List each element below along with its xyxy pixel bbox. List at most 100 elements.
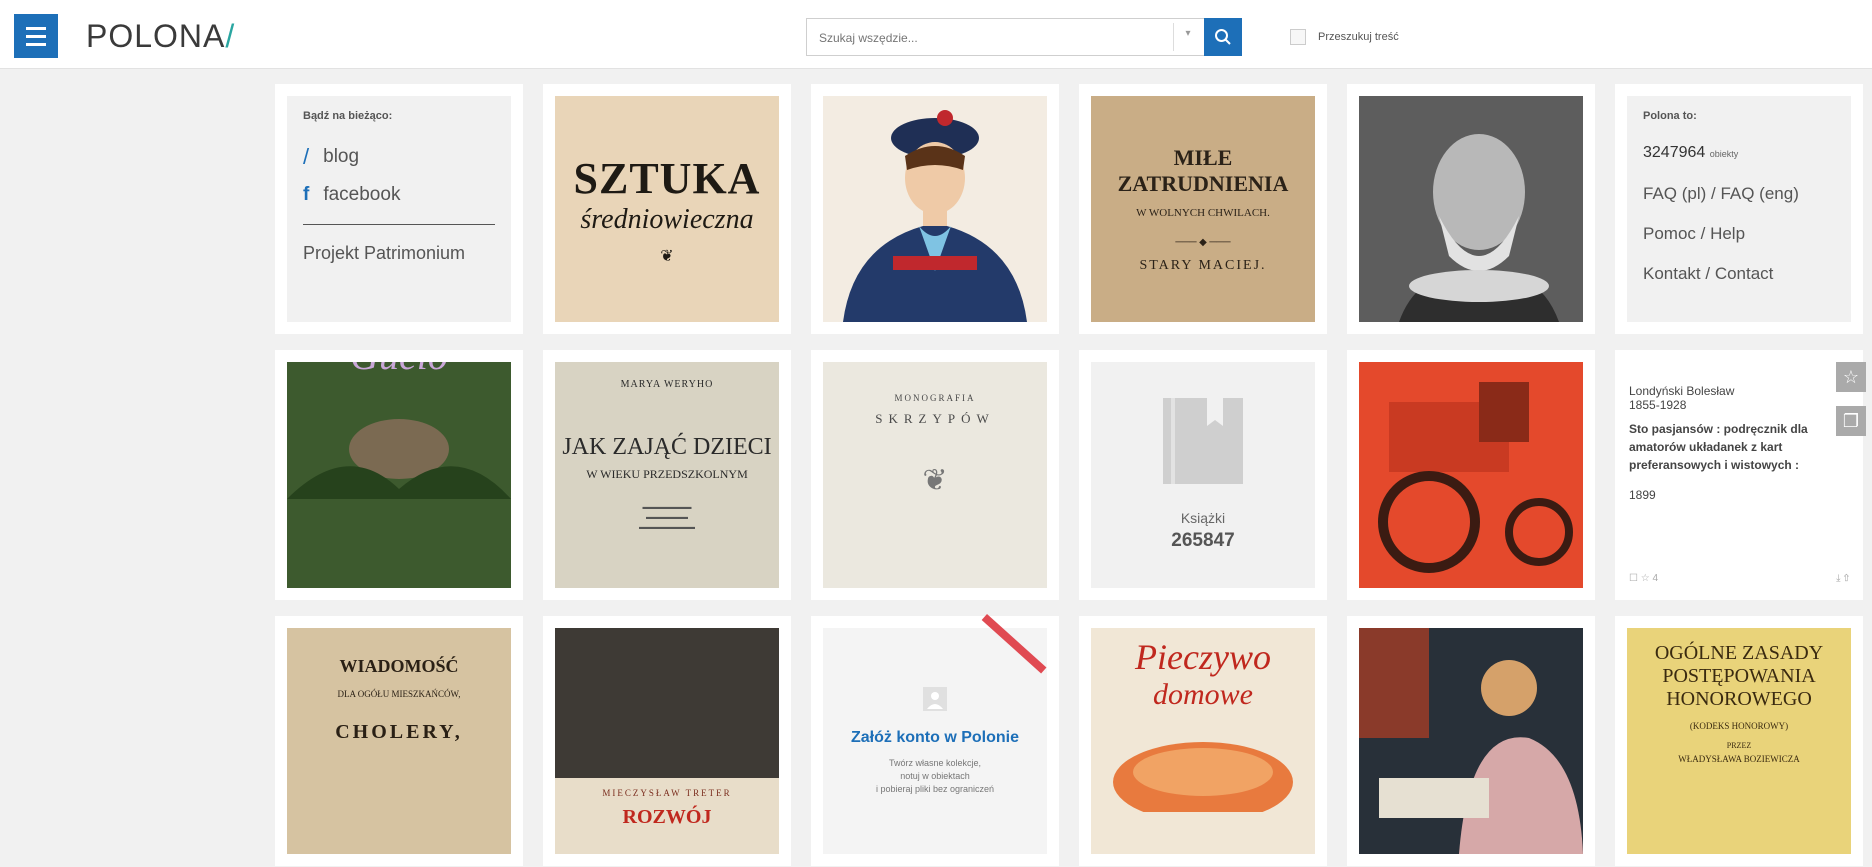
cover-image <box>823 96 1047 322</box>
cover-by: PRZEZ <box>1726 741 1752 750</box>
item-tile-sztuka[interactable]: SZTUKA średniowieczna ❦ <box>543 84 791 334</box>
item-tile-pieczywo-domowe[interactable]: Pieczywo domowe <box>1079 616 1327 866</box>
stay-updated-tile: Bądź na bieżąco: / blog f facebook Projekt… <box>275 84 523 334</box>
detail-actions-left[interactable]: ☐ ☆ 4 <box>1629 573 1658 584</box>
faq-link[interactable]: FAQ (pl) / FAQ (eng) <box>1643 184 1835 204</box>
books-category: Książki 265847 <box>1091 362 1315 588</box>
polona-info-heading: Polona to: <box>1643 110 1697 122</box>
item-tile-rozwoj-sztuki[interactable]: MIECZYSŁAW TRETER ROZWÓJ <box>543 616 791 866</box>
books-count: 265847 <box>1171 530 1235 551</box>
books-label: Książki <box>1180 510 1226 526</box>
cover-title: OGÓLNE ZASADY <box>1654 642 1824 664</box>
project-patrimonium-link[interactable]: Projekt Patrimonium <box>303 243 495 264</box>
cover-image: Pieczywo domowe <box>1091 628 1315 854</box>
cover-title: ROZWÓJ <box>622 806 712 828</box>
search-icon <box>1215 29 1231 45</box>
cover-title: Gucio <box>350 362 448 379</box>
detail-years: 1855-1928 <box>1629 398 1687 412</box>
search-button[interactable] <box>1204 18 1242 56</box>
object-count: 3247964 obiekty <box>1643 144 1835 162</box>
cover-subtitle: domowe <box>1153 678 1253 711</box>
create-account-card: Załóż konto w Polonie Twórz własne kolek… <box>823 628 1047 854</box>
cover-subtitle: średniowieczna <box>580 203 754 235</box>
item-tile-tractor-poster[interactable] <box>1347 350 1595 600</box>
cover-author: MARYA WERYHO <box>620 378 714 390</box>
cover-title: MONOGRAFIA <box>894 392 976 403</box>
cover-subtitle: W WIEKU PRZEDSZKOLNYM <box>586 466 748 481</box>
item-tile-ogolne-zasady[interactable]: OGÓLNE ZASADY POSTĘPOWANIA HONOROWEGO (K… <box>1615 616 1863 866</box>
stay-updated-heading: Bądź na bieżąco: <box>303 110 393 122</box>
search-box: ▾ <box>806 18 1241 57</box>
item-tile-reading-girl[interactable] <box>1347 616 1595 866</box>
search-input[interactable] <box>807 19 1181 57</box>
cover-title-3: HONOROWEGO <box>1666 688 1812 710</box>
item-tile-gucio[interactable]: Gucio <box>275 350 523 600</box>
cover-image: MONOGRAFIA SKRZYPÓW ❦ <box>823 362 1047 588</box>
contact-link[interactable]: Kontakt / Contact <box>1643 264 1835 284</box>
cover-image <box>1359 628 1583 854</box>
item-tile-jak-zajac-dzieci[interactable]: MARYA WERYHO JAK ZAJĄĆ DZIECI W WIEKU PR… <box>543 350 791 600</box>
user-icon <box>923 686 947 711</box>
cover-subtitle: SKRZYPÓW <box>875 410 995 426</box>
account-line-3: i pobieraj pliki bez ograniczeń <box>875 783 995 794</box>
detail-author: Londyński Bolesław <box>1629 384 1735 398</box>
cover-image <box>1359 96 1583 322</box>
fulltext-toggle[interactable]: Przeszukuj treść <box>1290 29 1399 45</box>
cover-title-2: POSTĘPOWANIA <box>1662 665 1816 687</box>
detail-year: 1899 <box>1629 488 1656 502</box>
cover-title: SZTUKA <box>573 153 761 203</box>
facebook-label: facebook <box>323 184 401 205</box>
cover-keyword: CHOLERY, <box>335 721 463 743</box>
facebook-icon: f <box>303 184 310 205</box>
cover-image <box>1359 362 1583 588</box>
cover-image: Gucio <box>287 362 511 588</box>
cover-author: STARY MACIEJ. <box>1139 257 1267 273</box>
blog-slash-icon: / <box>303 144 310 169</box>
cover-image: OGÓLNE ZASADY POSTĘPOWANIA HONOROWEGO (K… <box>1627 628 1851 854</box>
cover-image: SZTUKA średniowieczna ❦ <box>555 96 779 322</box>
top-bar: POLONA/ ▾ Przeszukuj treść <box>0 0 1872 69</box>
cover-author: WŁADYSŁAWA BOZIEWICZA <box>1678 754 1800 764</box>
facebook-link[interactable]: f facebook <box>303 184 495 206</box>
item-tile-mile-zatrudnienia[interactable]: MIŁE ZATRUDNIENIA W WOLNYCH CHWILACH. ──… <box>1079 84 1327 334</box>
cover-title: WIADOMOŚĆ <box>339 656 459 676</box>
search-scope-dropdown-icon[interactable]: ▾ <box>1173 23 1202 51</box>
copy-icon[interactable]: ❐ <box>1836 406 1866 436</box>
object-count-value: 3247964 <box>1643 144 1706 161</box>
create-account-link[interactable]: Załóż konto w Polonie <box>851 729 1019 747</box>
blog-label: blog <box>323 146 360 167</box>
polona-info-tile: Polona to: 3247964 obiekty FAQ (pl) / FA… <box>1615 84 1863 334</box>
help-link[interactable]: Pomoc / Help <box>1643 224 1835 244</box>
books-category-tile[interactable]: Książki 265847 <box>1079 350 1327 600</box>
item-tile-engraved-portrait[interactable] <box>1347 84 1595 334</box>
blog-link[interactable]: / blog <box>303 144 495 170</box>
cover-image: MARYA WERYHO JAK ZAJĄĆ DZIECI W WIEKU PR… <box>555 362 779 588</box>
cover-image: WIADOMOŚĆ DLA OGÓŁU MIESZKAŃCÓW, CHOLERY… <box>287 628 511 854</box>
hamburger-menu-icon[interactable] <box>14 14 58 58</box>
divider <box>303 224 495 225</box>
fulltext-checkbox[interactable] <box>1290 29 1306 45</box>
favorite-star-icon[interactable]: ☆ <box>1836 362 1866 392</box>
cover-image: MIŁE ZATRUDNIENIA W WOLNYCH CHWILACH. ──… <box>1091 96 1315 322</box>
detail-actions-right[interactable]: ⤓ ⇧ <box>1836 573 1849 584</box>
logo-text: POLONA <box>86 18 226 54</box>
item-tile-woman-portrait[interactable] <box>811 84 1059 334</box>
cover-subtitle: (KODEKS HONOROWY) <box>1689 721 1789 731</box>
account-line-2: notuj w obiektach <box>900 770 970 781</box>
item-tile-wiadomosc[interactable]: WIADOMOŚĆ DLA OGÓŁU MIESZKAŃCÓW, CHOLERY… <box>275 616 523 866</box>
create-account-tile[interactable]: Załóż konto w Polonie Twórz własne kolek… <box>811 614 1059 866</box>
cover-title: Pieczywo <box>1135 637 1271 677</box>
item-tile-monografia-skrzypow[interactable]: MONOGRAFIA SKRZYPÓW ❦ <box>811 350 1059 600</box>
detail-title[interactable]: Sto pasjansów : podręcznik dla amatorów … <box>1629 420 1849 474</box>
cover-subtitle: W WOLNYCH CHWILACH. <box>1136 206 1270 219</box>
object-count-unit: obiekty <box>1709 149 1739 159</box>
polona-logo[interactable]: POLONA/ <box>86 18 235 55</box>
logo-slash: / <box>225 18 236 54</box>
cover-subtitle: DLA OGÓŁU MIESZKAŃCÓW, <box>337 689 461 699</box>
cover-title: MIŁE ZATRUDNIENIA <box>1117 144 1289 196</box>
fulltext-label: Przeszukuj treść <box>1318 31 1399 43</box>
item-detail-card[interactable]: Londyński Bolesław 1855-1928 Sto pasjans… <box>1615 350 1863 600</box>
cover-image: MIECZYSŁAW TRETER ROZWÓJ <box>555 628 779 854</box>
cover-author: MIECZYSŁAW TRETER <box>602 788 732 798</box>
account-line-1: Twórz własne kolekcje, <box>888 757 982 768</box>
